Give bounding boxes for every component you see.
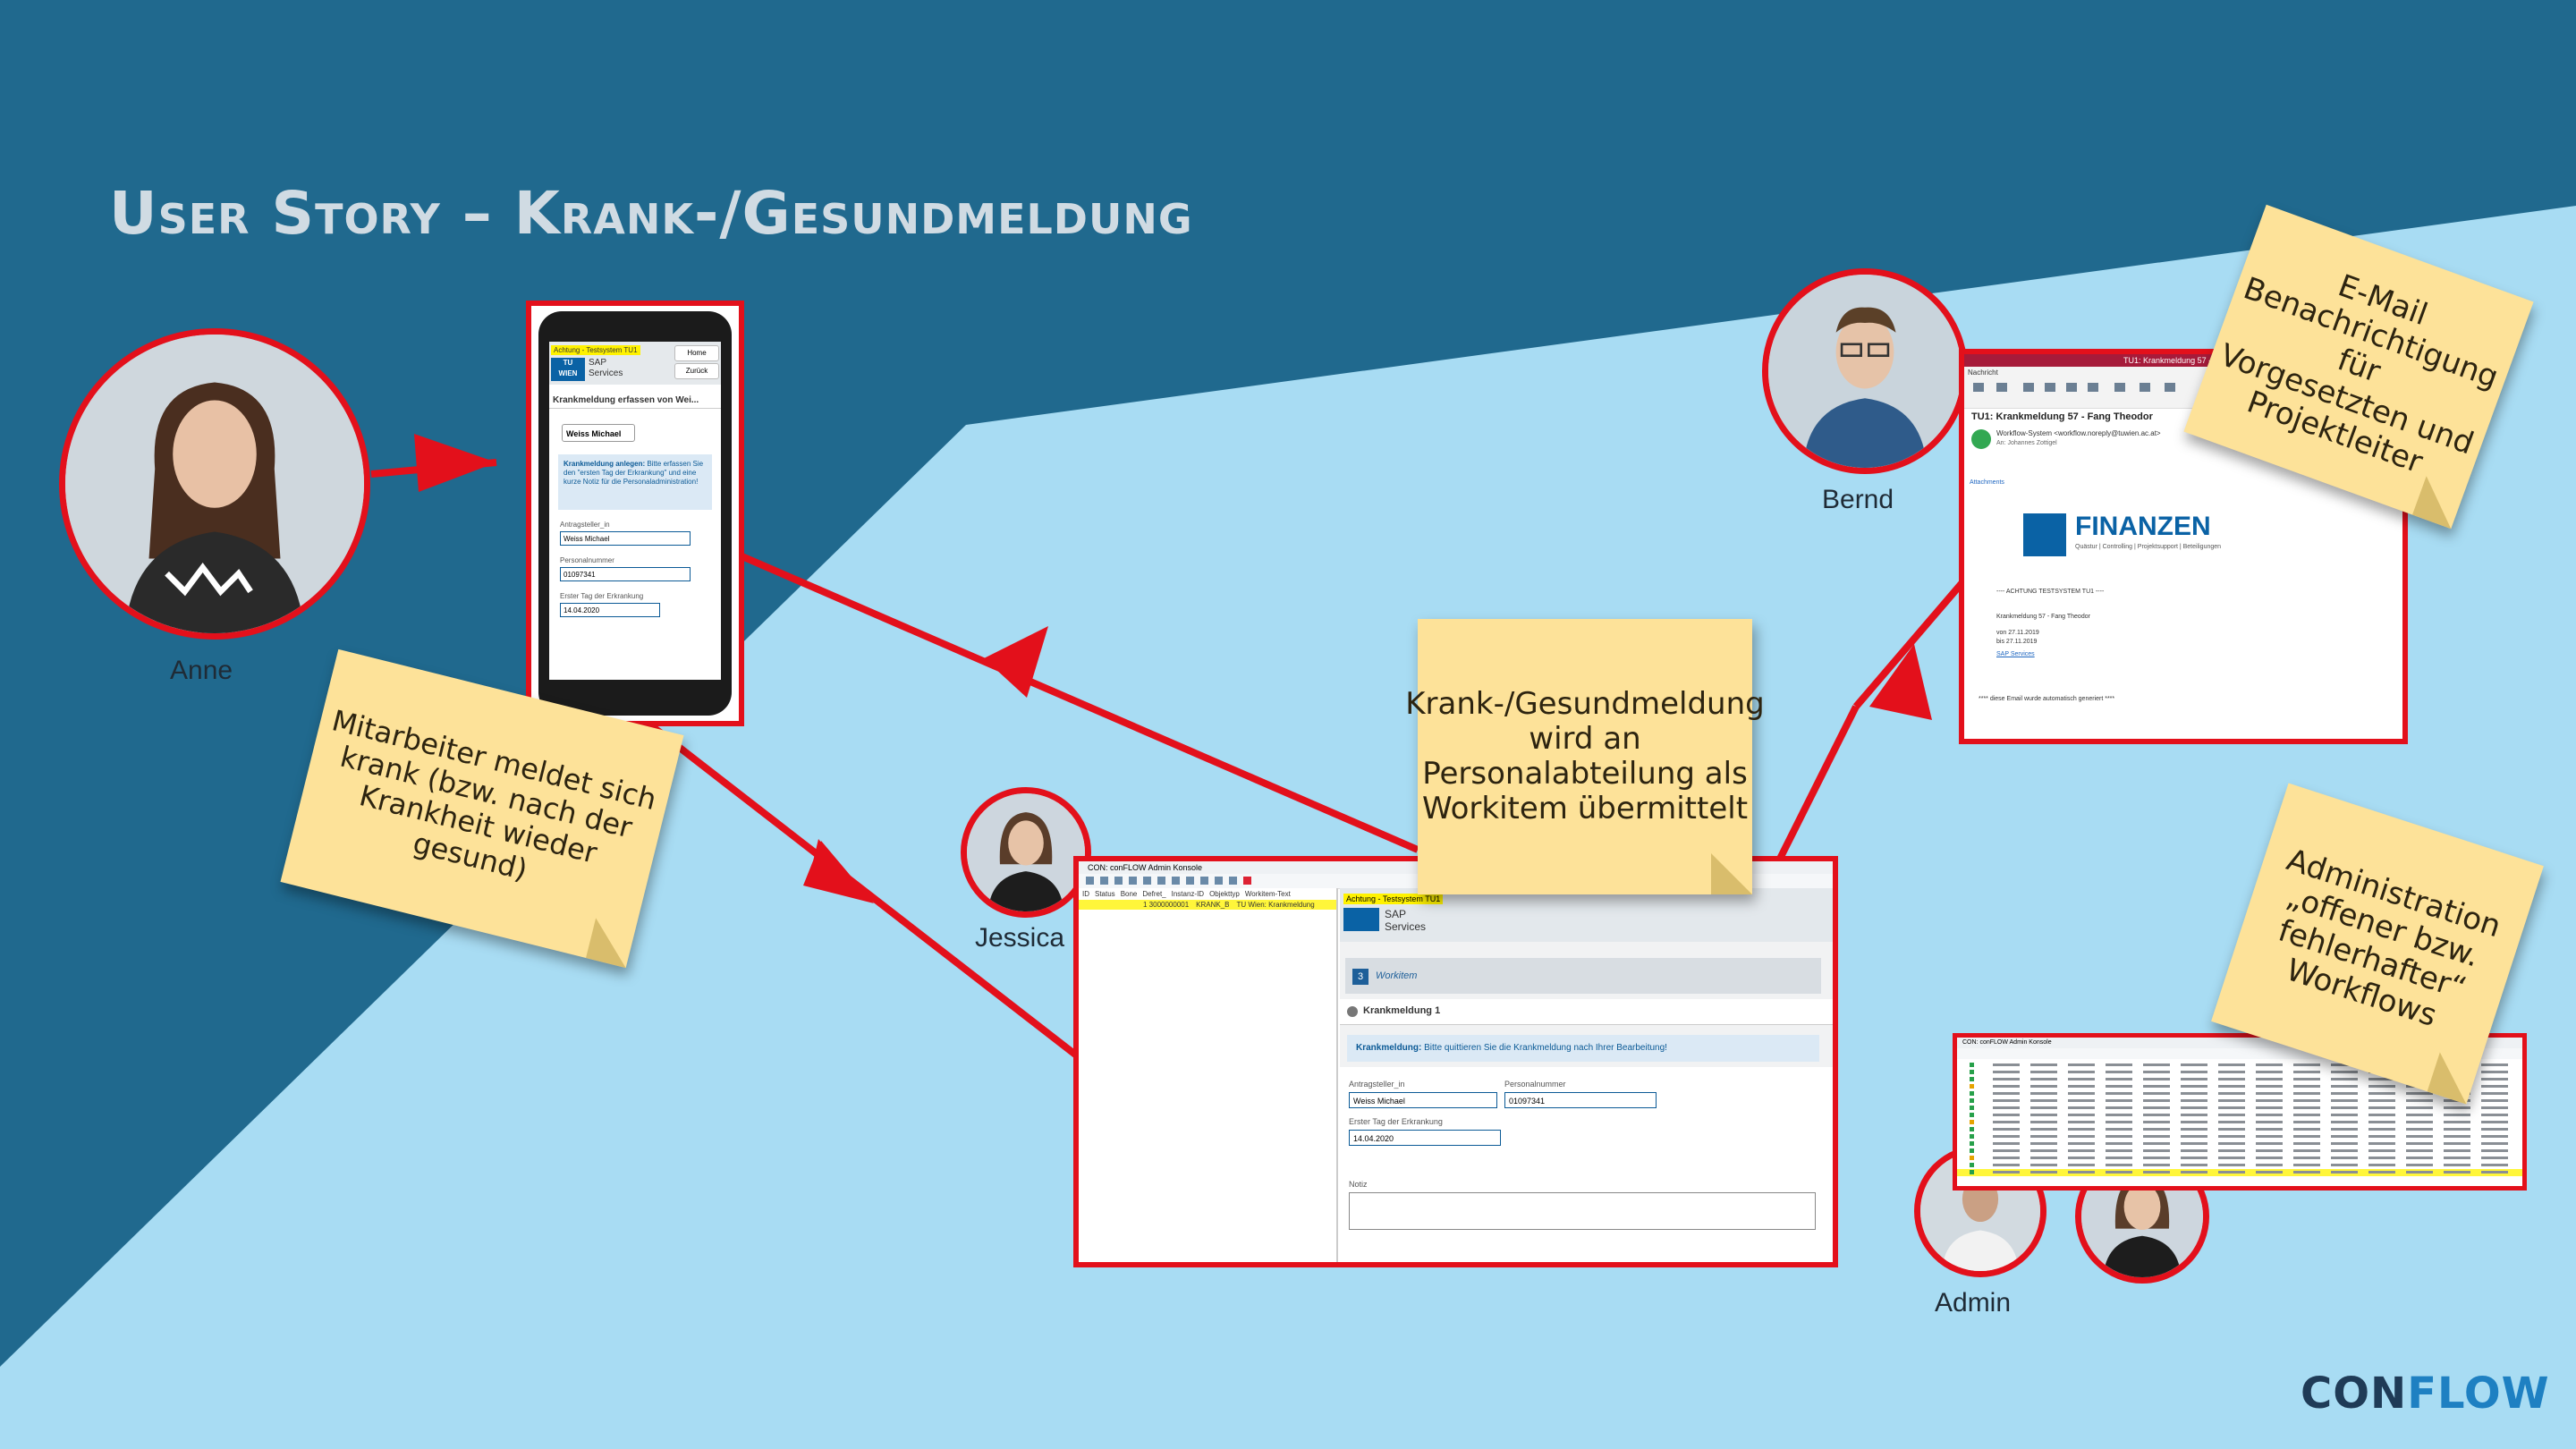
form-header: Krankmeldung erfassen von Wei... — [553, 395, 699, 405]
table-row[interactable] — [1957, 1169, 2522, 1176]
workitem-detail: Achtung - Testsystem TU1 SAP Services 3 … — [1340, 888, 1833, 1262]
info-box: Krankmeldung: Bitte quittieren Sie die K… — [1347, 1035, 1819, 1062]
table-row[interactable] — [1970, 1163, 2508, 1167]
tu-wien-logo — [2023, 513, 2066, 556]
person-label-jessica: Jessica — [975, 923, 1065, 953]
table-row[interactable]: 1 3000000001 KRANK_B TU Wien: Krankmeldung — [1079, 900, 1336, 910]
console-screenshot: CON: conFLOW Admin Konsole ID Status Bone D… — [1073, 856, 1838, 1267]
sick-date-field[interactable]: 14.04.2020 — [560, 603, 660, 617]
applicant-field[interactable]: Weiss Michael — [560, 531, 691, 546]
tu-wien-logo — [1343, 908, 1379, 931]
person-icon — [65, 335, 364, 633]
email-subject: TU1: Krankmeldung 57 - Fang Theodor — [1971, 411, 2153, 422]
conflow-logo: CONFLOW — [2301, 1368, 2550, 1419]
person-select[interactable]: Weiss Michael — [562, 424, 635, 442]
personnel-number-field[interactable]: 01097341 — [560, 567, 691, 581]
workitem-list: ID Status Bone Defret_ Instanz-ID Objekttyp Wo… — [1079, 888, 1338, 1262]
personnel-number-field[interactable]: 01097341 — [1504, 1092, 1657, 1108]
phone-screenshot: Achtung - Testsystem TU1 TU WIEN SAP Serv… — [526, 301, 744, 726]
email-from: Workflow-System <workflow.noreply@tuwien… — [1996, 429, 2161, 437]
avatar-jessica — [961, 787, 1091, 918]
table-row[interactable] — [1970, 1148, 2508, 1153]
person-icon — [1768, 275, 1962, 468]
table-row[interactable] — [1970, 1113, 2508, 1117]
table-row[interactable] — [1970, 1098, 2508, 1103]
person-label-anne: Anne — [170, 656, 233, 685]
finanzen-brand: FINANZEN — [2075, 512, 2211, 541]
person-label-admin: Admin — [1935, 1288, 2012, 1318]
note-textarea[interactable] — [1349, 1192, 1816, 1230]
table-row[interactable] — [1970, 1134, 2508, 1139]
sap-services-link[interactable]: SAP Services — [1996, 651, 2035, 657]
table-row[interactable] — [1970, 1141, 2508, 1146]
table-row[interactable] — [1970, 1091, 2508, 1096]
applicant-field[interactable]: Weiss Michael — [1349, 1092, 1497, 1108]
avatar-anne — [59, 328, 370, 640]
email-to: An: Johannes Zottigel — [1996, 440, 2057, 446]
home-button[interactable]: Home — [674, 345, 719, 361]
tu-wien-logo: TU WIEN — [551, 358, 585, 381]
table-row[interactable] — [1970, 1156, 2508, 1160]
note-workitem: Krank-/Gesundmeldung wird an Personalabtei… — [1405, 619, 1765, 894]
testsystem-banner: Achtung - Testsystem TU1 — [551, 345, 640, 355]
sick-date-field[interactable]: 14.04.2020 — [1349, 1130, 1501, 1146]
back-button[interactable]: Zurück — [674, 363, 719, 379]
table-row[interactable] — [1970, 1120, 2508, 1124]
person-icon — [967, 793, 1085, 911]
table-row[interactable] — [1970, 1127, 2508, 1131]
avatar-bernd — [1762, 268, 1968, 474]
info-box: Krankmeldung anlegen: Bitte erfassen Sie… — [558, 454, 712, 510]
toolbar-icons[interactable] — [1079, 874, 1419, 888]
table-row[interactable] — [1970, 1106, 2508, 1110]
person-label-bernd: Bernd — [1822, 485, 1894, 514]
